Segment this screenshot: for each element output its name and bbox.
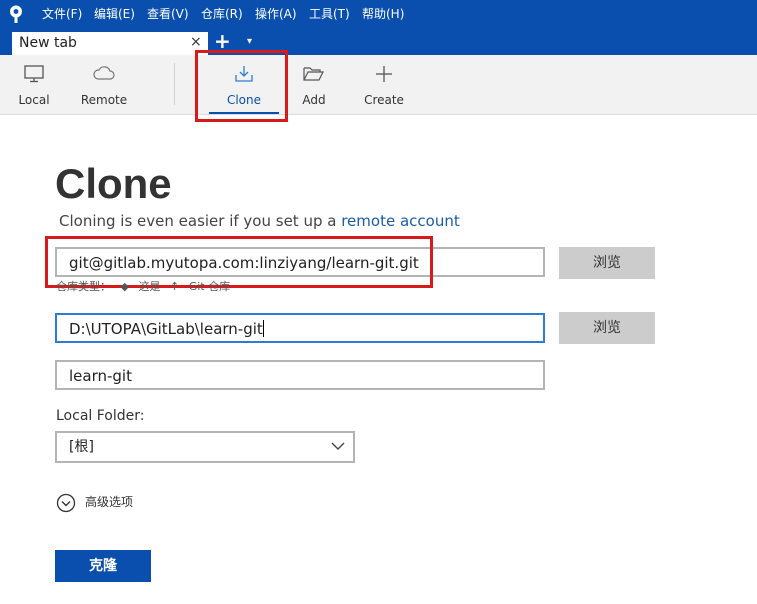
- repo-type-value: 这是: [138, 280, 161, 293]
- git-diamond-icon: ◆: [120, 280, 129, 293]
- plus-icon: [376, 66, 392, 82]
- repo-name-value: learn-git: [69, 367, 132, 385]
- close-icon[interactable]: ×: [190, 34, 202, 51]
- toolbar-separator: [174, 63, 175, 105]
- subtitle-text: Cloning is even easier if you set up a: [59, 212, 342, 230]
- toolbar-local-button[interactable]: Local: [12, 55, 56, 115]
- tab-new-tab[interactable]: New tab ×: [12, 32, 208, 55]
- destination-path-text: D:\UTOPA\GitLab\learn-git: [69, 320, 263, 338]
- menu-view[interactable]: 查看(V): [147, 6, 189, 22]
- cloud-icon: [93, 66, 115, 80]
- toolbar-add-button[interactable]: Add: [293, 55, 335, 115]
- toolbar-create-button[interactable]: Create: [358, 55, 410, 115]
- chevron-down-icon[interactable]: ▾: [247, 35, 252, 49]
- add-tab-icon[interactable]: +: [214, 30, 231, 52]
- local-folder-value: [根]: [69, 439, 94, 455]
- advanced-options-toggle[interactable]: 高级选项: [56, 493, 133, 513]
- source-url-input[interactable]: git@gitlab.myutopa.com:linziyang/learn-g…: [55, 247, 545, 277]
- page-subtitle: Cloning is even easier if you set up a r…: [59, 212, 460, 230]
- clone-submit-button[interactable]: 克隆: [55, 550, 151, 582]
- repo-name-input[interactable]: learn-git: [55, 360, 545, 390]
- local-folder-label: Local Folder:: [56, 408, 145, 424]
- arrow-up-icon: ↑: [169, 280, 180, 293]
- toolbar-remote-button[interactable]: Remote: [78, 55, 130, 115]
- tab-strip: New tab × + ▾: [0, 29, 757, 55]
- toolbar: Local Remote Clone Add Create: [0, 55, 757, 115]
- repo-type-label: 仓库类型：: [56, 280, 111, 293]
- download-icon: [235, 66, 253, 82]
- browse-source-button[interactable]: 浏览: [559, 247, 655, 279]
- destination-path-value: D:\UTOPA\GitLab\learn-git: [69, 320, 264, 338]
- remote-account-link[interactable]: remote account: [341, 212, 460, 230]
- page-title: Clone: [55, 160, 172, 207]
- toolbar-clone-label: Clone: [226, 93, 262, 107]
- advanced-options-label: 高级选项: [85, 495, 134, 509]
- toolbar-remote-label: Remote: [80, 93, 128, 107]
- repo-type-kind: Git 仓库: [188, 280, 231, 293]
- toolbar-add-label: Add: [302, 93, 326, 107]
- menu-help[interactable]: 帮助(H): [362, 6, 404, 22]
- menu-bar: 文件(F) 编辑(E) 查看(V) 仓库(R) 操作(A) 工具(T) 帮助(H…: [0, 0, 757, 29]
- source-url-value: git@gitlab.myutopa.com:linziyang/learn-g…: [69, 254, 419, 272]
- toolbar-create-label: Create: [364, 93, 404, 107]
- text-caret: [262, 320, 264, 337]
- chevron-down-icon: [331, 442, 345, 450]
- menu-edit[interactable]: 编辑(E): [94, 6, 135, 22]
- menu-repository[interactable]: 仓库(R): [201, 6, 243, 22]
- sourcetree-logo-icon[interactable]: [9, 5, 23, 24]
- toolbar-local-label: Local: [18, 93, 50, 107]
- destination-path-input[interactable]: D:\UTOPA\GitLab\learn-git: [55, 313, 545, 343]
- menu-file[interactable]: 文件(F): [42, 6, 82, 22]
- menu-actions[interactable]: 操作(A): [255, 6, 297, 22]
- repo-type-info: 仓库类型： ◆ 这是 ↑ Git 仓库: [56, 280, 236, 294]
- toolbar-clone-button[interactable]: Clone: [209, 55, 279, 115]
- menu-tools[interactable]: 工具(T): [309, 6, 350, 22]
- expand-circle-icon: [56, 493, 76, 513]
- monitor-icon: [24, 65, 44, 83]
- active-tool-indicator: [209, 112, 279, 114]
- tab-label: New tab: [19, 35, 77, 51]
- browse-destination-button[interactable]: 浏览: [559, 312, 655, 344]
- local-folder-select[interactable]: [根]: [55, 431, 355, 463]
- folder-open-icon: [303, 67, 324, 81]
